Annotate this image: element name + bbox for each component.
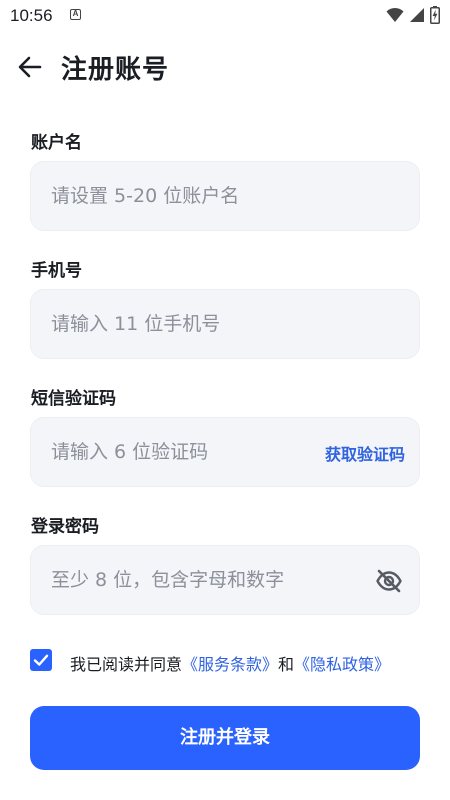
phone-field[interactable] — [30, 289, 420, 359]
agreement-checkbox[interactable] — [30, 649, 52, 671]
password-label: 登录密码 — [31, 517, 99, 537]
agreement-row: 我已阅读并同意《服务条款》和《隐私政策》 — [30, 648, 430, 674]
cell-signal-icon — [410, 8, 424, 22]
username-label: 账户名 — [31, 133, 82, 153]
sms-code-label: 短信验证码 — [31, 389, 116, 409]
status-icons — [386, 6, 440, 24]
get-code-button[interactable]: 获取验证码 — [325, 441, 405, 465]
password-field[interactable] — [30, 545, 420, 615]
password-input[interactable] — [51, 546, 321, 614]
agreement-prefix: 我已阅读并同意 — [70, 655, 183, 674]
privacy-policy-link[interactable]: 《隐私政策》 — [294, 655, 390, 674]
battery-charging-icon — [430, 6, 440, 24]
app-header: 注册账号 — [0, 44, 450, 90]
sms-code-input[interactable] — [51, 418, 321, 486]
checkmark-icon — [33, 654, 49, 666]
terms-of-service-link[interactable]: 《服务条款》 — [182, 655, 278, 674]
agreement-text: 我已阅读并同意《服务条款》和《隐私政策》 — [70, 651, 390, 675]
register-and-login-button[interactable]: 注册并登录 — [30, 706, 420, 770]
phone-input[interactable] — [51, 290, 321, 358]
page-title: 注册账号 — [61, 55, 170, 85]
agreement-and: 和 — [278, 655, 295, 674]
back-arrow-icon[interactable] — [16, 53, 44, 81]
username-input[interactable] — [51, 162, 321, 230]
status-time: 10:56 — [10, 6, 53, 25]
wifi-icon — [386, 7, 404, 22]
status-bar: 10:56 A — [0, 0, 450, 32]
phone-label: 手机号 — [31, 261, 82, 281]
notification-a-icon: A — [70, 9, 81, 20]
sms-code-field[interactable]: 获取验证码 — [30, 417, 420, 487]
eye-off-icon[interactable] — [375, 567, 403, 595]
username-field[interactable] — [30, 161, 420, 231]
